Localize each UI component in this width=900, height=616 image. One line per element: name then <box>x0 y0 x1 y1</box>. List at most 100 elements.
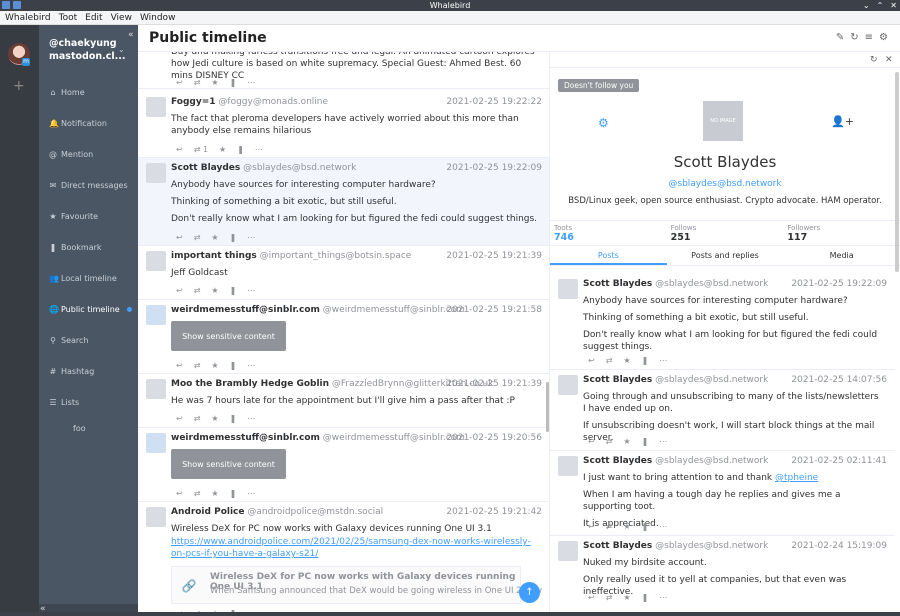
user-avatar[interactable] <box>146 433 166 453</box>
sidebar-item-public-timeline[interactable]: 🌐 Public timeline <box>39 294 138 325</box>
toot-author[interactable]: Moo the Brambly Hedge Goblin @FrazzledBr… <box>171 379 493 389</box>
sidebar-item-home[interactable]: ⌂ Home <box>39 77 138 108</box>
reload-icon[interactable]: ↻ <box>850 32 858 43</box>
more-icon[interactable]: ⋯ <box>659 437 667 446</box>
show-sensitive-button[interactable]: Show sensitive content <box>171 321 286 351</box>
bookmark-icon[interactable]: ❚ <box>642 522 649 531</box>
close-window-icon[interactable]: ✕ <box>890 0 897 11</box>
toot-author[interactable]: Scott Blaydes @sblaydes@bsd.network <box>583 375 768 385</box>
toot-link[interactable]: https://www.androidpolice.com/2021/02/25… <box>171 536 536 560</box>
toot-author[interactable]: Foggy=1 @foggy@monads.online <box>171 97 328 107</box>
reply-icon[interactable]: ↩ <box>176 233 183 242</box>
favourite-icon[interactable]: ★ <box>211 489 218 498</box>
toot-timestamp[interactable]: 2021-02-25 19:22:22 <box>446 97 542 107</box>
sidebar-item-local-timeline[interactable]: 👥 Local timeline <box>39 263 138 294</box>
tab-posts-and-replies[interactable]: Posts and replies <box>667 246 784 265</box>
toot[interactable]: Scott Blaydes @sblaydes@bsd.network 2021… <box>550 274 895 370</box>
user-avatar[interactable] <box>146 305 166 325</box>
toot-timestamp[interactable]: 2021-02-25 14:07:56 <box>791 375 887 385</box>
toot-author[interactable]: Scott Blaydes @sblaydes@bsd.network <box>583 279 768 289</box>
tab-posts[interactable]: Posts <box>550 246 667 265</box>
toot[interactable]: Moo the Brambly Hedge Goblin @FrazzledBr… <box>138 374 549 428</box>
bookmark-icon[interactable]: ❚ <box>230 233 237 242</box>
toot[interactable]: Day and making furless transitions free … <box>138 52 549 89</box>
user-avatar[interactable] <box>558 279 578 299</box>
boost-icon[interactable]: ⇄ <box>194 286 201 295</box>
favourite-icon[interactable]: ★ <box>623 437 630 446</box>
user-avatar[interactable] <box>146 379 166 399</box>
more-icon[interactable]: ⋯ <box>659 356 667 365</box>
user-avatar[interactable] <box>558 541 578 561</box>
favourite-icon[interactable]: ★ <box>219 145 226 154</box>
toot-timestamp[interactable]: 2021-02-25 19:21:39 <box>446 251 542 261</box>
boost-icon[interactable]: ⇄ <box>194 233 201 242</box>
gear-icon[interactable]: ⚙ <box>598 116 609 130</box>
more-icon[interactable]: ⋯ <box>247 78 255 87</box>
toot-timestamp[interactable]: 2021-02-25 19:22:09 <box>791 279 887 289</box>
menu-view[interactable]: View <box>111 13 132 23</box>
bookmark-icon[interactable]: ❚ <box>230 361 237 370</box>
toot-author[interactable]: Android Police @androidpolice@mstdn.soci… <box>171 507 383 517</box>
toot[interactable]: Scott Blaydes @sblaydes@bsd.network 2021… <box>550 370 895 451</box>
reply-icon[interactable]: ↩ <box>588 437 595 446</box>
toot-timestamp[interactable]: 2021-02-25 19:21:39 <box>446 379 542 389</box>
bookmark-icon[interactable]: ❚ <box>230 286 237 295</box>
stat-follows[interactable]: Follows 251 <box>667 221 784 244</box>
maximize-icon[interactable]: ⌃ <box>877 0 884 11</box>
public-timeline[interactable]: Day and making furless transitions free … <box>138 52 550 616</box>
user-avatar[interactable] <box>146 507 166 527</box>
boost-icon[interactable]: ⇄ <box>194 489 201 498</box>
boost-icon[interactable]: ⇄ <box>194 414 201 423</box>
toot-author[interactable]: weirdmemesstuff@sinblr.com @weirdmemesst… <box>171 433 465 443</box>
toot-author[interactable]: Scott Blaydes @sblaydes@bsd.network <box>583 541 768 551</box>
toot[interactable]: Foggy=1 @foggy@monads.online 2021-02-25 … <box>138 92 549 158</box>
more-icon[interactable]: ⋯ <box>247 414 255 423</box>
sidebar-item-notification[interactable]: 🔔 Notification <box>39 108 138 139</box>
boost-icon[interactable]: ⇄ <box>606 356 613 365</box>
profile-account-handle[interactable]: @sblaydes@bsd.network <box>550 179 900 189</box>
more-icon[interactable]: ⋯ <box>247 361 255 370</box>
favourite-icon[interactable]: ★ <box>211 233 218 242</box>
toot-timestamp[interactable]: 2021-02-24 15:19:09 <box>791 541 887 551</box>
mention-link[interactable]: @tpheine <box>775 473 818 483</box>
toot-author[interactable]: weirdmemesstuff@sinblr.com @weirdmemesst… <box>171 305 465 315</box>
more-icon[interactable]: ⋯ <box>247 233 255 242</box>
user-avatar[interactable] <box>558 375 578 395</box>
sidebar-item-direct-messages[interactable]: ✉ Direct messages <box>39 170 138 201</box>
boost-icon[interactable]: ⇄ <box>606 437 613 446</box>
sidebar-item-mention[interactable]: @ Mention <box>39 139 138 170</box>
bookmark-icon[interactable]: ❚ <box>642 356 649 365</box>
reply-icon[interactable]: ↩ <box>588 356 595 365</box>
stat-toots[interactable]: Toots 746 <box>550 221 667 244</box>
toot[interactable]: weirdmemesstuff@sinblr.com @weirdmemesst… <box>138 300 549 374</box>
sidebar-item-search[interactable]: ⚲ Search <box>39 325 138 356</box>
bookmark-icon[interactable]: ❚ <box>230 489 237 498</box>
boost-icon[interactable]: ⇄ <box>606 522 613 531</box>
user-avatar[interactable] <box>146 251 166 271</box>
boost-icon[interactable]: ⇄ <box>606 593 613 602</box>
reply-icon[interactable]: ↩ <box>176 414 183 423</box>
bookmark-icon[interactable]: ❚ <box>237 145 244 154</box>
sidebar-item-list-foo[interactable]: foo <box>39 418 138 438</box>
reply-icon[interactable]: ↩ <box>588 522 595 531</box>
link-preview-card[interactable]: 🔗 Wireless DeX for PC now works with Gal… <box>171 566 542 604</box>
reply-icon[interactable]: ↩ <box>176 78 183 87</box>
toot-author[interactable]: Scott Blaydes @sblaydes@bsd.network <box>171 163 356 173</box>
toot-timestamp[interactable]: 2021-02-25 19:21:42 <box>446 507 542 517</box>
toot-timestamp[interactable]: 2021-02-25 19:20:56 <box>446 433 542 443</box>
more-icon[interactable]: ⋯ <box>247 489 255 498</box>
user-avatar[interactable] <box>146 163 166 183</box>
minimize-icon[interactable]: ⌄ <box>863 0 870 11</box>
more-icon[interactable]: ⋯ <box>247 286 255 295</box>
reload-icon[interactable]: ↻ <box>870 55 878 65</box>
favourite-icon[interactable]: ★ <box>623 522 630 531</box>
pin-icon[interactable] <box>13 1 21 9</box>
stat-followers[interactable]: Followers 117 <box>783 221 900 244</box>
compose-icon[interactable]: ✎ <box>836 32 844 43</box>
favourite-icon[interactable]: ★ <box>211 78 218 87</box>
reply-icon[interactable]: ↩ <box>176 145 183 154</box>
toot-timestamp[interactable]: 2021-02-25 19:21:58 <box>446 305 542 315</box>
bookmark-icon[interactable]: ❚ <box>230 414 237 423</box>
sidebar-item-bookmark[interactable]: ❚ Bookmark <box>39 232 138 263</box>
toot-timestamp[interactable]: 2021-02-25 02:11:41 <box>791 456 887 466</box>
